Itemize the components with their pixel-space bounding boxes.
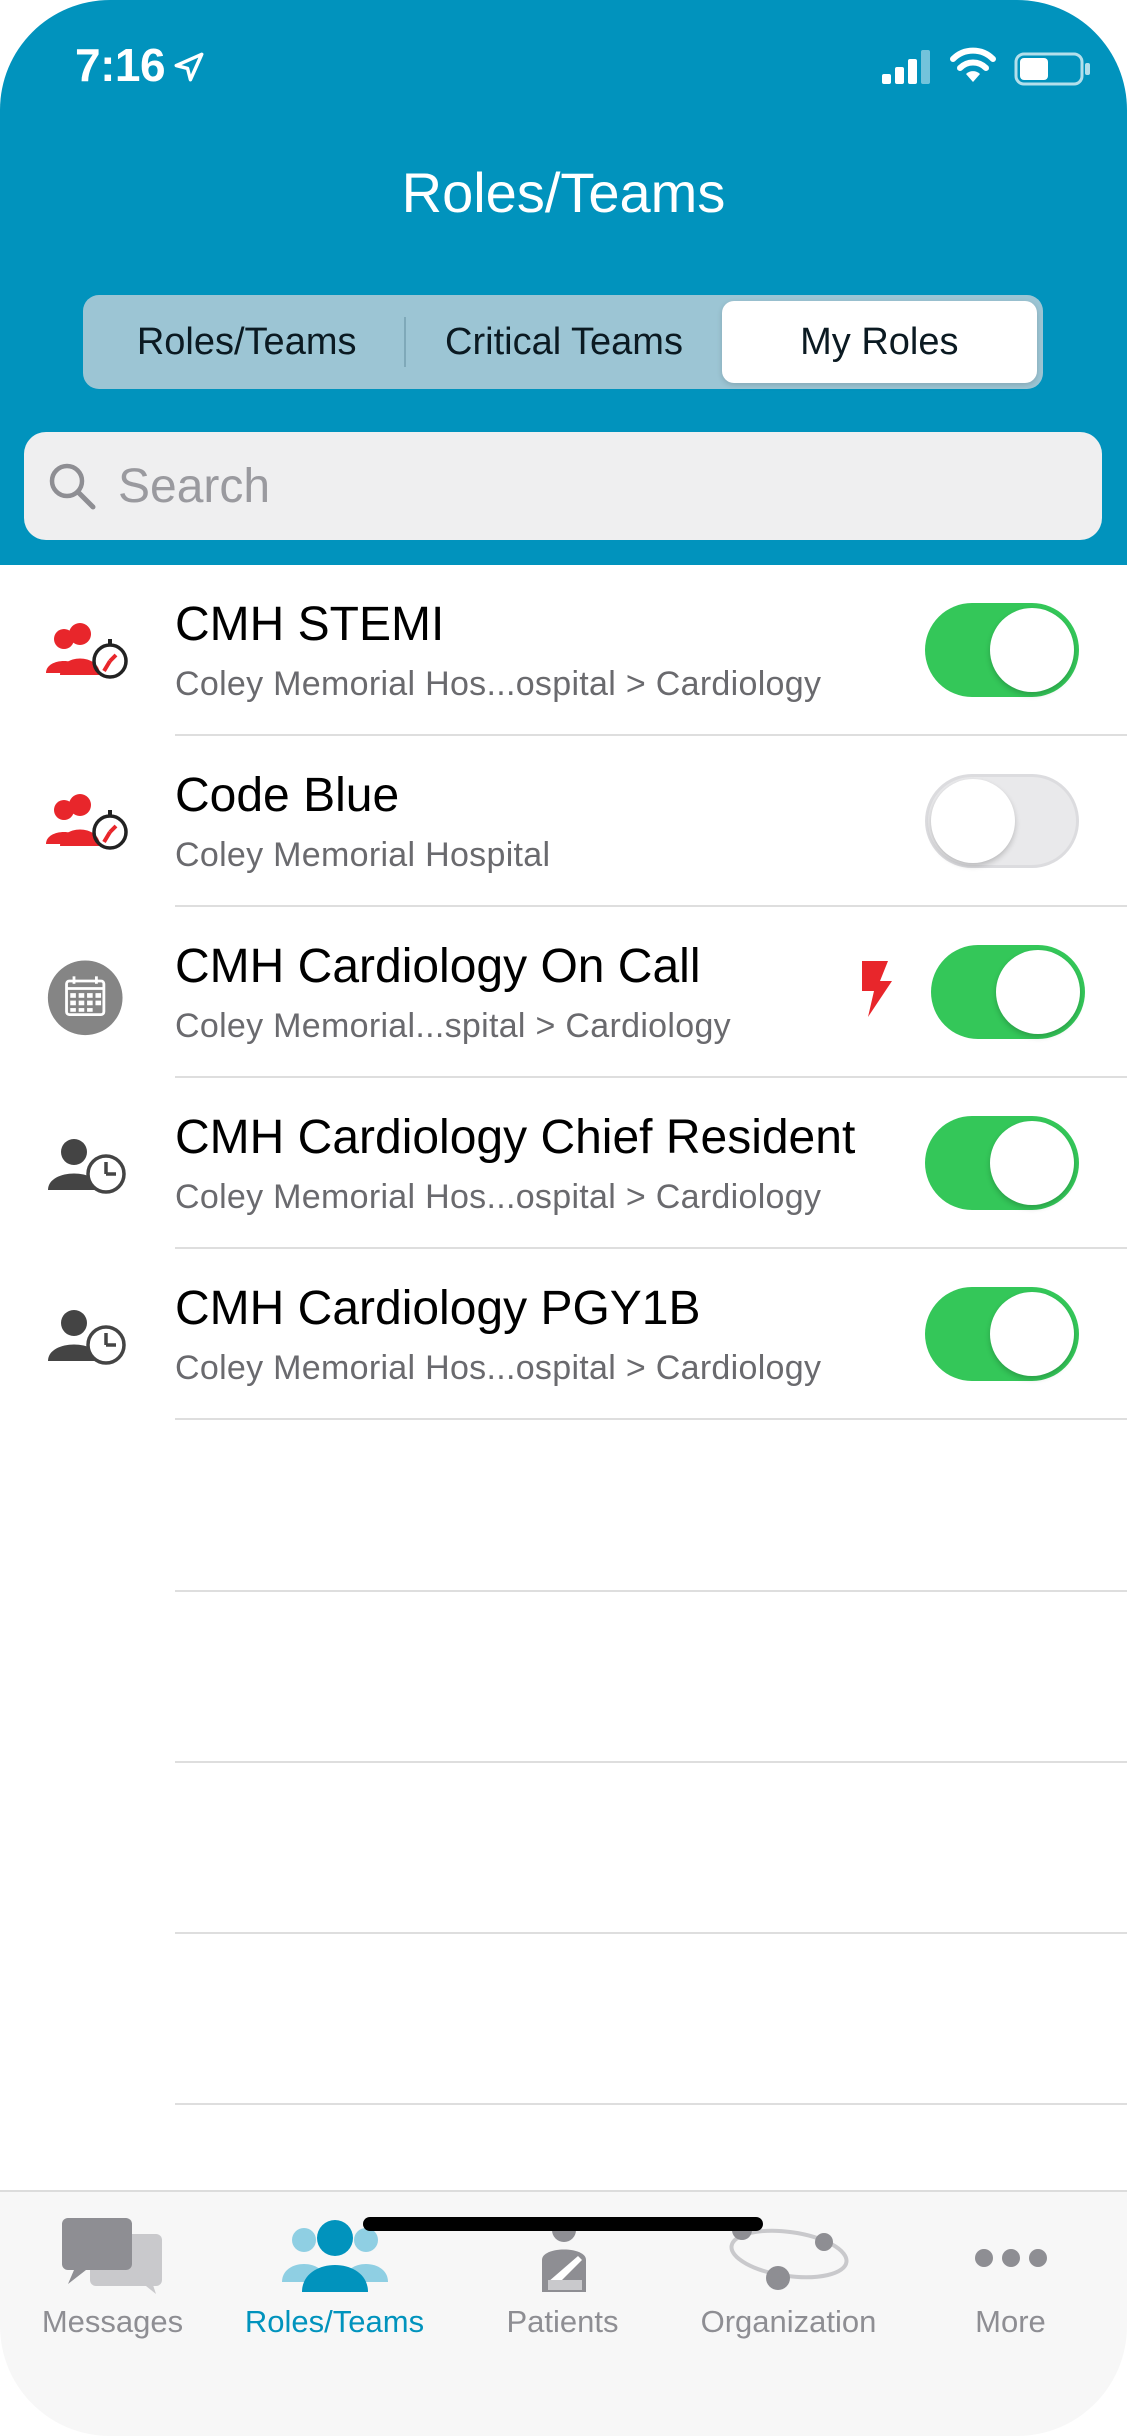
- tab-label: Messages: [41, 2304, 184, 2339]
- role-toggle[interactable]: [925, 774, 1079, 868]
- list-item[interactable]: CMH Cardiology Chief Resident Coley Memo…: [0, 1078, 1127, 1249]
- toggle-knob: [996, 950, 1080, 1034]
- role-subtitle: Coley Memorial Hos...ospital > Cardiolog…: [175, 1178, 822, 1216]
- phone-screen: 7:16 Roles/Teams Roles/Teams Critical Te…: [0, 0, 1127, 2436]
- role-subtitle: Coley Memorial...spital > Cardiology: [175, 1007, 731, 1045]
- role-title: CMH Cardiology Chief Resident: [175, 1111, 856, 1164]
- cellular-signal-icon: [882, 50, 930, 84]
- toggle-knob: [990, 1121, 1074, 1205]
- role-title: CMH Cardiology On Call: [175, 940, 701, 993]
- page-title: Roles/Teams: [401, 161, 726, 224]
- calendar-icon: [47, 960, 123, 1036]
- wifi-icon: [950, 47, 996, 82]
- toggle-knob: [931, 779, 1015, 863]
- segment-roles-teams[interactable]: Roles/Teams: [89, 301, 404, 383]
- row-divider: [175, 1418, 1127, 1420]
- segment-my-roles[interactable]: My Roles: [721, 301, 1037, 383]
- row-divider: [175, 1590, 1127, 1592]
- role-clock-icon: [48, 1310, 126, 1365]
- list-item[interactable]: CMH Cardiology PGY1B Coley Memorial Hos.…: [0, 1249, 1127, 1420]
- segment-critical-teams[interactable]: Critical Teams: [406, 301, 721, 383]
- battery-icon: [1014, 52, 1090, 86]
- messages-icon: [61, 2218, 162, 2294]
- critical-team-icon: [46, 794, 128, 850]
- tab-messages[interactable]: Messages: [0, 2206, 225, 2346]
- home-indicator: [363, 2217, 763, 2231]
- role-toggle[interactable]: [931, 945, 1085, 1039]
- role-clock-icon: [48, 1139, 126, 1194]
- list-item[interactable]: Code Blue Coley Memorial Hospital: [0, 736, 1127, 907]
- status-time: 7:16: [75, 39, 166, 91]
- row-divider: [175, 1932, 1127, 1934]
- tab-label: Organization: [700, 2304, 877, 2339]
- list-item[interactable]: CMH STEMI Coley Memorial Hos...ospital >…: [0, 565, 1127, 736]
- location-arrow-icon: [174, 52, 204, 82]
- role-subtitle: Coley Memorial Hos...ospital > Cardiolog…: [175, 1349, 822, 1387]
- search-icon: [49, 463, 96, 510]
- more-icon: [974, 2249, 1047, 2267]
- tab-label: More: [975, 2304, 1046, 2339]
- tab-more[interactable]: More: [898, 2206, 1123, 2346]
- header: 7:16 Roles/Teams Roles/Teams Critical Te…: [0, 0, 1127, 565]
- role-subtitle: Coley Memorial Hospital: [175, 836, 551, 874]
- segmented-control: Roles/Teams Critical Teams My Roles: [83, 295, 1043, 389]
- role-toggle[interactable]: [925, 1287, 1079, 1381]
- tab-label: Patients: [506, 2304, 619, 2339]
- status-bar: 7:16: [0, 0, 1127, 130]
- toggle-knob: [990, 1292, 1074, 1376]
- role-toggle[interactable]: [925, 603, 1079, 697]
- roles-list: CMH STEMI Coley Memorial Hos...ospital >…: [0, 565, 1127, 1420]
- row-divider: [175, 1761, 1127, 1763]
- role-title: CMH STEMI: [175, 598, 445, 651]
- critical-team-icon: [46, 623, 128, 679]
- row-divider: [175, 2103, 1127, 2105]
- search-bar[interactable]: [24, 432, 1102, 540]
- toggle-knob: [990, 608, 1074, 692]
- role-toggle[interactable]: [925, 1116, 1079, 1210]
- role-title: CMH Cardiology PGY1B: [175, 1282, 701, 1335]
- alert-bolt-icon: [862, 961, 892, 1017]
- search-input[interactable]: [116, 457, 1020, 515]
- role-title: Code Blue: [175, 769, 400, 822]
- role-subtitle: Coley Memorial Hos...ospital > Cardiolog…: [175, 665, 822, 703]
- list-item[interactable]: CMH Cardiology On Call Coley Memorial...…: [0, 907, 1127, 1078]
- tab-label: Roles/Teams: [244, 2304, 425, 2339]
